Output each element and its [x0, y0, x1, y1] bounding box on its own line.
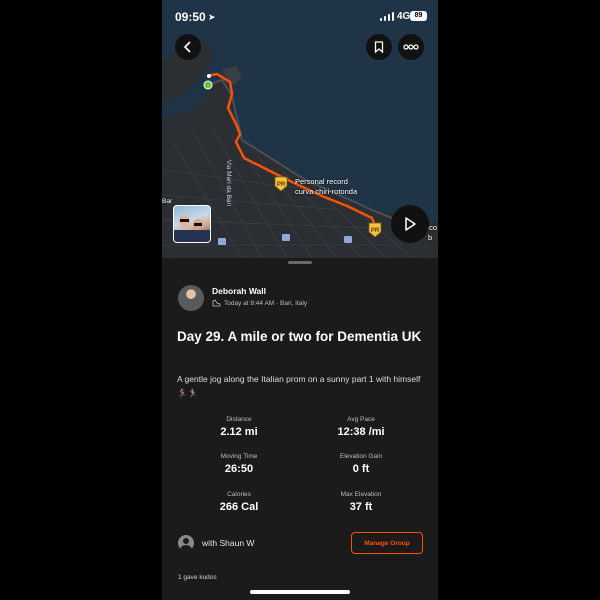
athlete-name[interactable]: Deborah Wall: [212, 286, 266, 296]
battery-icon: 89: [410, 11, 427, 21]
stat-label: Calories: [227, 491, 251, 498]
phone-screen: PR PR Personal record curva chiri-rotond…: [162, 0, 438, 600]
stat-label: Max Elevation: [340, 491, 382, 498]
avatar[interactable]: [178, 285, 204, 311]
more-options-button[interactable]: [398, 34, 424, 60]
svg-text:PR: PR: [277, 182, 286, 188]
stat-value: 37 ft: [349, 501, 373, 513]
trophy-icon[interactable]: PR: [274, 176, 288, 192]
bus-stop-icon: [344, 236, 352, 243]
activity-sheet: Deborah Wall Today at 8:44 AM · Bari, It…: [162, 258, 438, 600]
status-time: 09:50: [175, 10, 206, 24]
activity-meta-text: Today at 8:44 AM · Bari, Italy: [224, 299, 308, 307]
svg-text:PR: PR: [371, 228, 380, 234]
activity-description: A gentle jog along the Italian prom on a…: [177, 374, 421, 398]
stat-moving-time: Moving Time 26:50: [184, 453, 294, 475]
bookmark-icon: [374, 41, 384, 53]
bookmark-button[interactable]: [366, 34, 392, 60]
stat-label: Moving Time: [220, 453, 258, 460]
edge-label: Bar: [162, 198, 173, 205]
stat-value: 0 ft: [352, 463, 370, 475]
stat-label: Elevation Gain: [339, 453, 383, 460]
person-icon: [178, 535, 194, 551]
home-indicator[interactable]: [250, 590, 350, 594]
stat-elevation-gain: Elevation Gain 0 ft: [306, 453, 416, 475]
trophy-icon[interactable]: PR: [368, 222, 382, 238]
stat-value: 2.12 mi: [220, 426, 258, 438]
activity-photo-thumbnail[interactable]: [173, 205, 211, 243]
network-type: 4G: [397, 11, 411, 22]
record-label-partial-b: b: [428, 233, 433, 242]
status-bar: 09:50 ➤ 4G 89: [162, 0, 438, 32]
shoe-icon: [212, 299, 221, 307]
stat-distance: Distance 2.12 mi: [184, 416, 294, 438]
stat-value: 12:38 /mi: [337, 426, 385, 438]
stat-calories: Calories 266 Cal: [184, 491, 294, 513]
back-arrow-icon: [183, 41, 191, 53]
stat-value: 266 Cal: [219, 501, 259, 513]
stat-label: Distance: [226, 416, 252, 423]
street-label: Via Mari da Bari: [225, 160, 232, 207]
kudos-count[interactable]: 1 gave kudos: [178, 574, 217, 581]
play-icon: [405, 217, 416, 231]
location-arrow-icon: ➤: [208, 12, 216, 22]
stat-max-elevation: Max Elevation 37 ft: [306, 491, 416, 513]
signal-icon: [380, 12, 394, 21]
back-button[interactable]: [175, 34, 201, 60]
end-marker: [207, 74, 211, 78]
route-map[interactable]: PR PR Personal record curva chiri-rotond…: [162, 0, 438, 258]
start-marker: [203, 80, 213, 90]
activity-meta: Today at 8:44 AM · Bari, Italy: [212, 299, 307, 307]
stat-avg-pace: Avg Pace 12:38 /mi: [306, 416, 416, 438]
record-label: Personal record curva chiri-rotonda: [295, 177, 358, 196]
play-flyover-button[interactable]: [391, 205, 429, 243]
sheet-drag-handle[interactable]: [288, 261, 312, 264]
stat-label: Avg Pace: [347, 416, 375, 423]
bus-stop-icon: [218, 238, 226, 245]
bus-stop-icon: [282, 234, 290, 241]
manage-group-button[interactable]: Manage Group: [351, 532, 423, 554]
more-options-icon: [403, 44, 419, 50]
stat-value: 26:50: [224, 463, 254, 475]
with-athletes[interactable]: with Shaun W: [202, 538, 254, 548]
activity-title: Day 29. A mile or two for Dementia UK: [177, 329, 422, 344]
